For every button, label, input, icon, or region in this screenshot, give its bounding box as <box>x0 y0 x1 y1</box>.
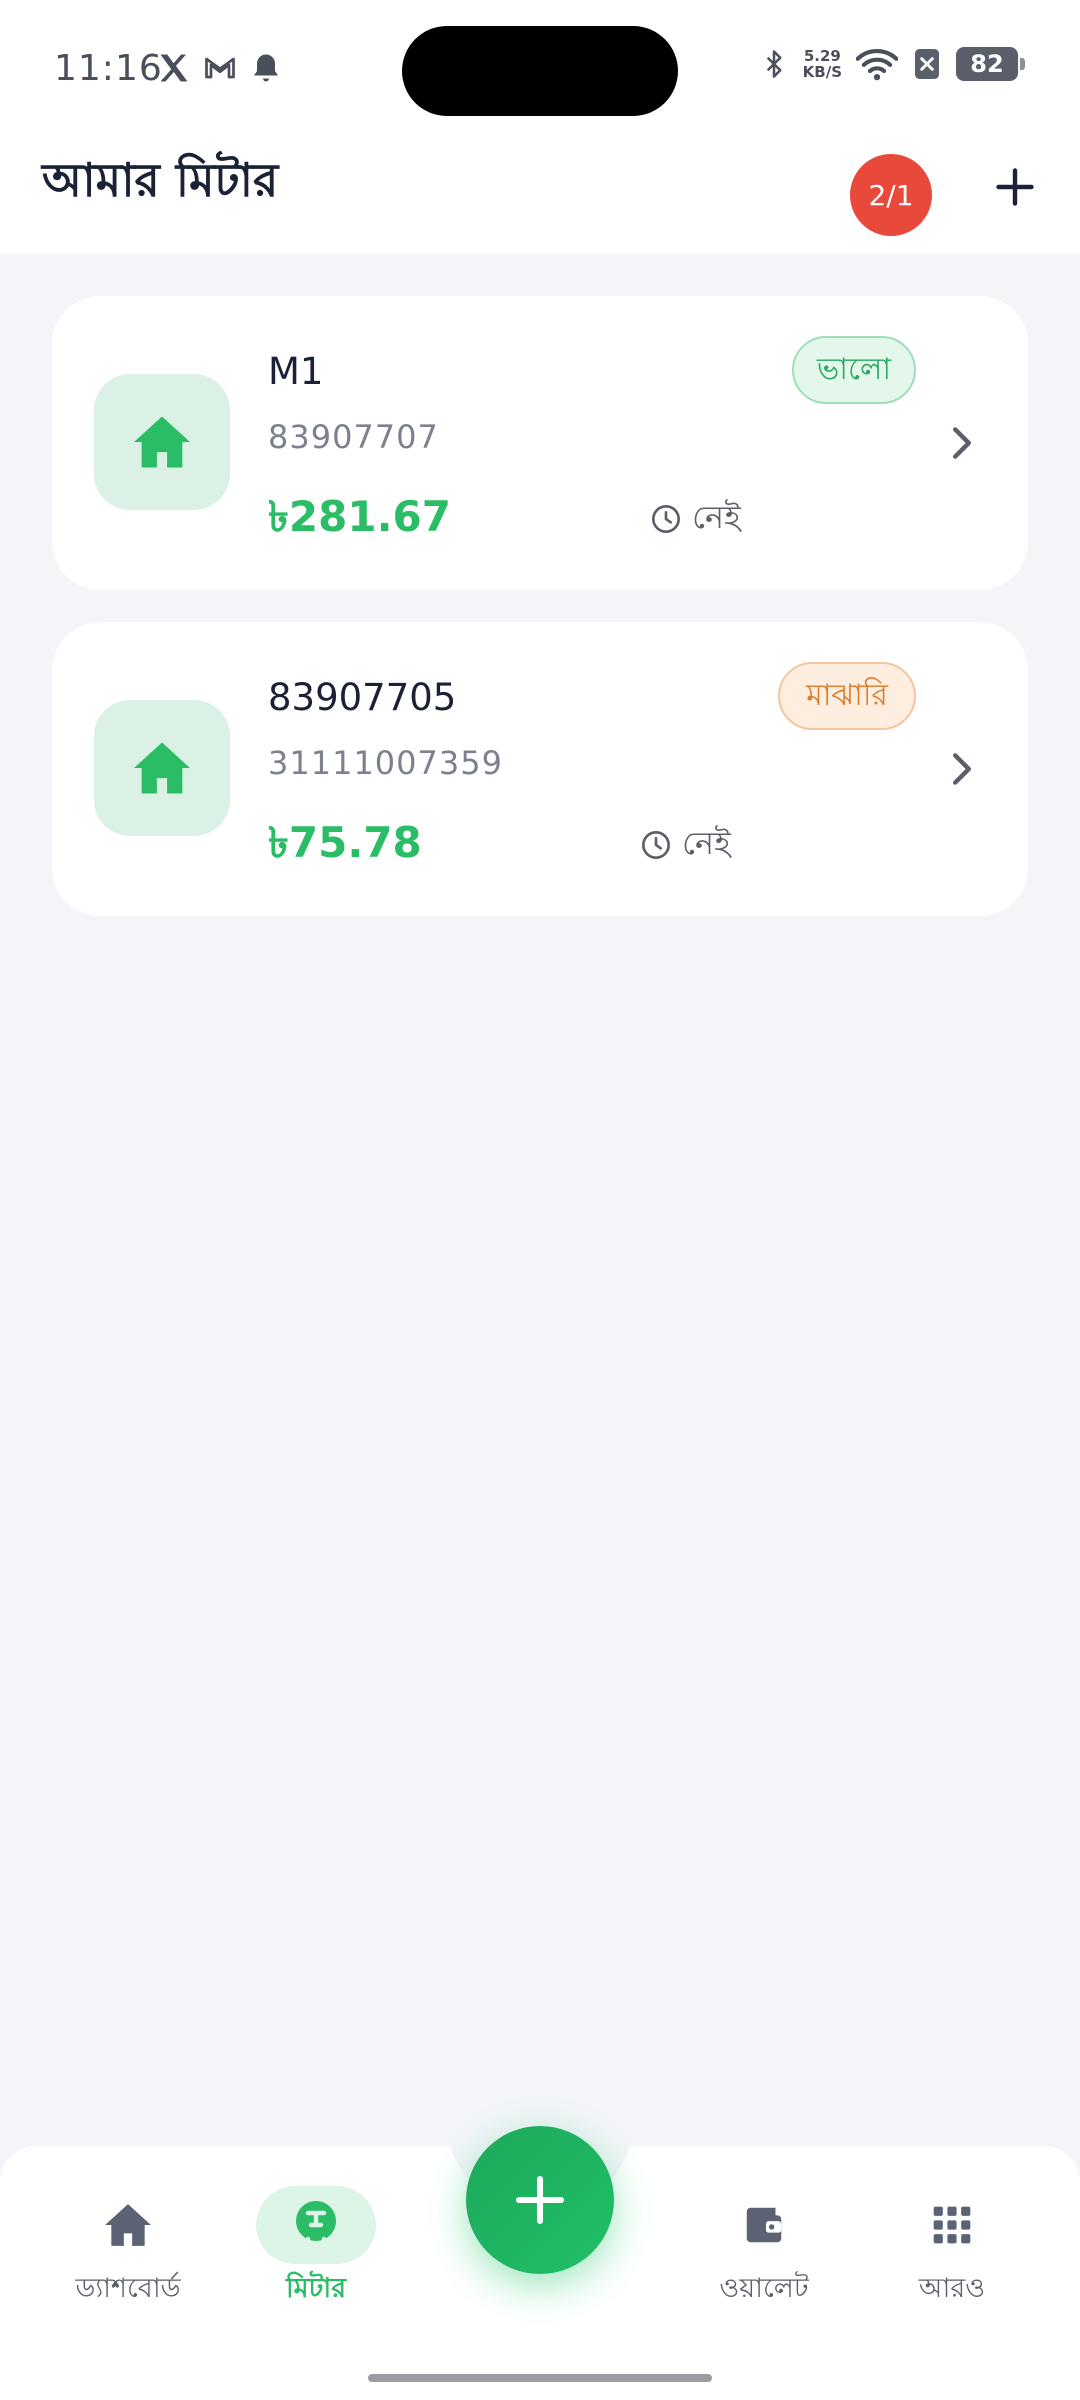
page-title: আমার মিটার <box>42 153 279 207</box>
camera-cutout <box>402 26 678 116</box>
meter-balance: ৳281.67 <box>268 492 451 541</box>
meter-icon-box <box>94 700 230 836</box>
plus-icon <box>996 168 1034 206</box>
meter-balance: ৳75.78 <box>268 818 422 867</box>
clock-icon <box>652 505 680 533</box>
home-icon <box>105 2204 151 2246</box>
home-icon <box>134 416 190 468</box>
last-update-text: নেই <box>692 498 741 536</box>
last-update: নেই <box>640 818 731 872</box>
notification-icons <box>156 50 284 90</box>
nav-icon-wrap <box>892 2186 1012 2264</box>
nav-label: ওয়ালেট <box>719 2273 809 2304</box>
chevron-right-icon[interactable] <box>942 746 982 792</box>
meter-name: 83907705 <box>268 676 457 719</box>
status-badge: ভালো <box>792 336 916 404</box>
nav-item-wallet[interactable]: ওয়ালেট <box>684 2186 844 2316</box>
system-icons: 5.29 KB/S 82 <box>759 46 1025 82</box>
home-indicator[interactable] <box>368 2374 712 2382</box>
wallet-icon <box>746 2207 782 2243</box>
add-meter-button[interactable] <box>990 162 1040 212</box>
network-speed-value: 5.29 <box>803 47 841 65</box>
last-update-text: নেই <box>682 824 731 862</box>
battery-icon: 82 <box>956 47 1025 81</box>
meter-icon-box <box>94 374 230 510</box>
bluetooth-icon <box>759 46 789 82</box>
meter-number: 31111007359 <box>268 744 503 782</box>
home-icon <box>134 742 190 794</box>
meter-icon <box>296 2201 336 2251</box>
nav-label: আরও <box>918 2273 986 2304</box>
nav-item-more[interactable]: আরও <box>872 2186 1032 2316</box>
last-update: নেই <box>650 492 741 546</box>
grid-icon <box>933 2206 971 2244</box>
add-fab-button[interactable] <box>466 2126 614 2274</box>
clock-icon <box>642 831 670 859</box>
meter-count-badge[interactable]: 2/1 <box>850 154 932 236</box>
meter-name: M1 <box>268 350 324 393</box>
nav-label: ড্যাশবোর্ড <box>75 2273 181 2304</box>
meter-number: 83907707 <box>268 418 439 456</box>
meter-card[interactable]: M1 83907707 ৳281.67 নেই ভালো <box>52 296 1028 590</box>
network-speed: 5.29 KB/S <box>803 48 842 80</box>
nav-icon-wrap <box>256 2186 376 2264</box>
status-time: 11:16 <box>54 48 163 89</box>
gmail-icon <box>202 50 238 90</box>
nav-icon-wrap <box>704 2186 824 2264</box>
app-header: আমার মিটার 2/1 <box>0 136 1080 254</box>
wifi-icon <box>856 46 898 82</box>
bell-icon <box>248 50 284 90</box>
plus-icon <box>515 2175 565 2225</box>
chevron-right-icon[interactable] <box>942 420 982 466</box>
x-logo-icon <box>156 50 192 90</box>
status-badge: মাঝারি <box>778 662 916 730</box>
meter-card[interactable]: 83907705 31111007359 ৳75.78 নেই মাঝারি <box>52 622 1028 916</box>
nav-label: মিটার <box>285 2273 347 2304</box>
status-bar: 11:16 5.29 KB/S 82 <box>0 0 1080 136</box>
nav-item-dashboard[interactable]: ড্যাশবোর্ড <box>48 2186 208 2316</box>
nav-item-meter[interactable]: মিটার <box>236 2186 396 2316</box>
network-speed-unit: KB/S <box>802 63 842 81</box>
nav-icon-wrap <box>68 2186 188 2264</box>
no-sim-icon <box>912 46 942 82</box>
